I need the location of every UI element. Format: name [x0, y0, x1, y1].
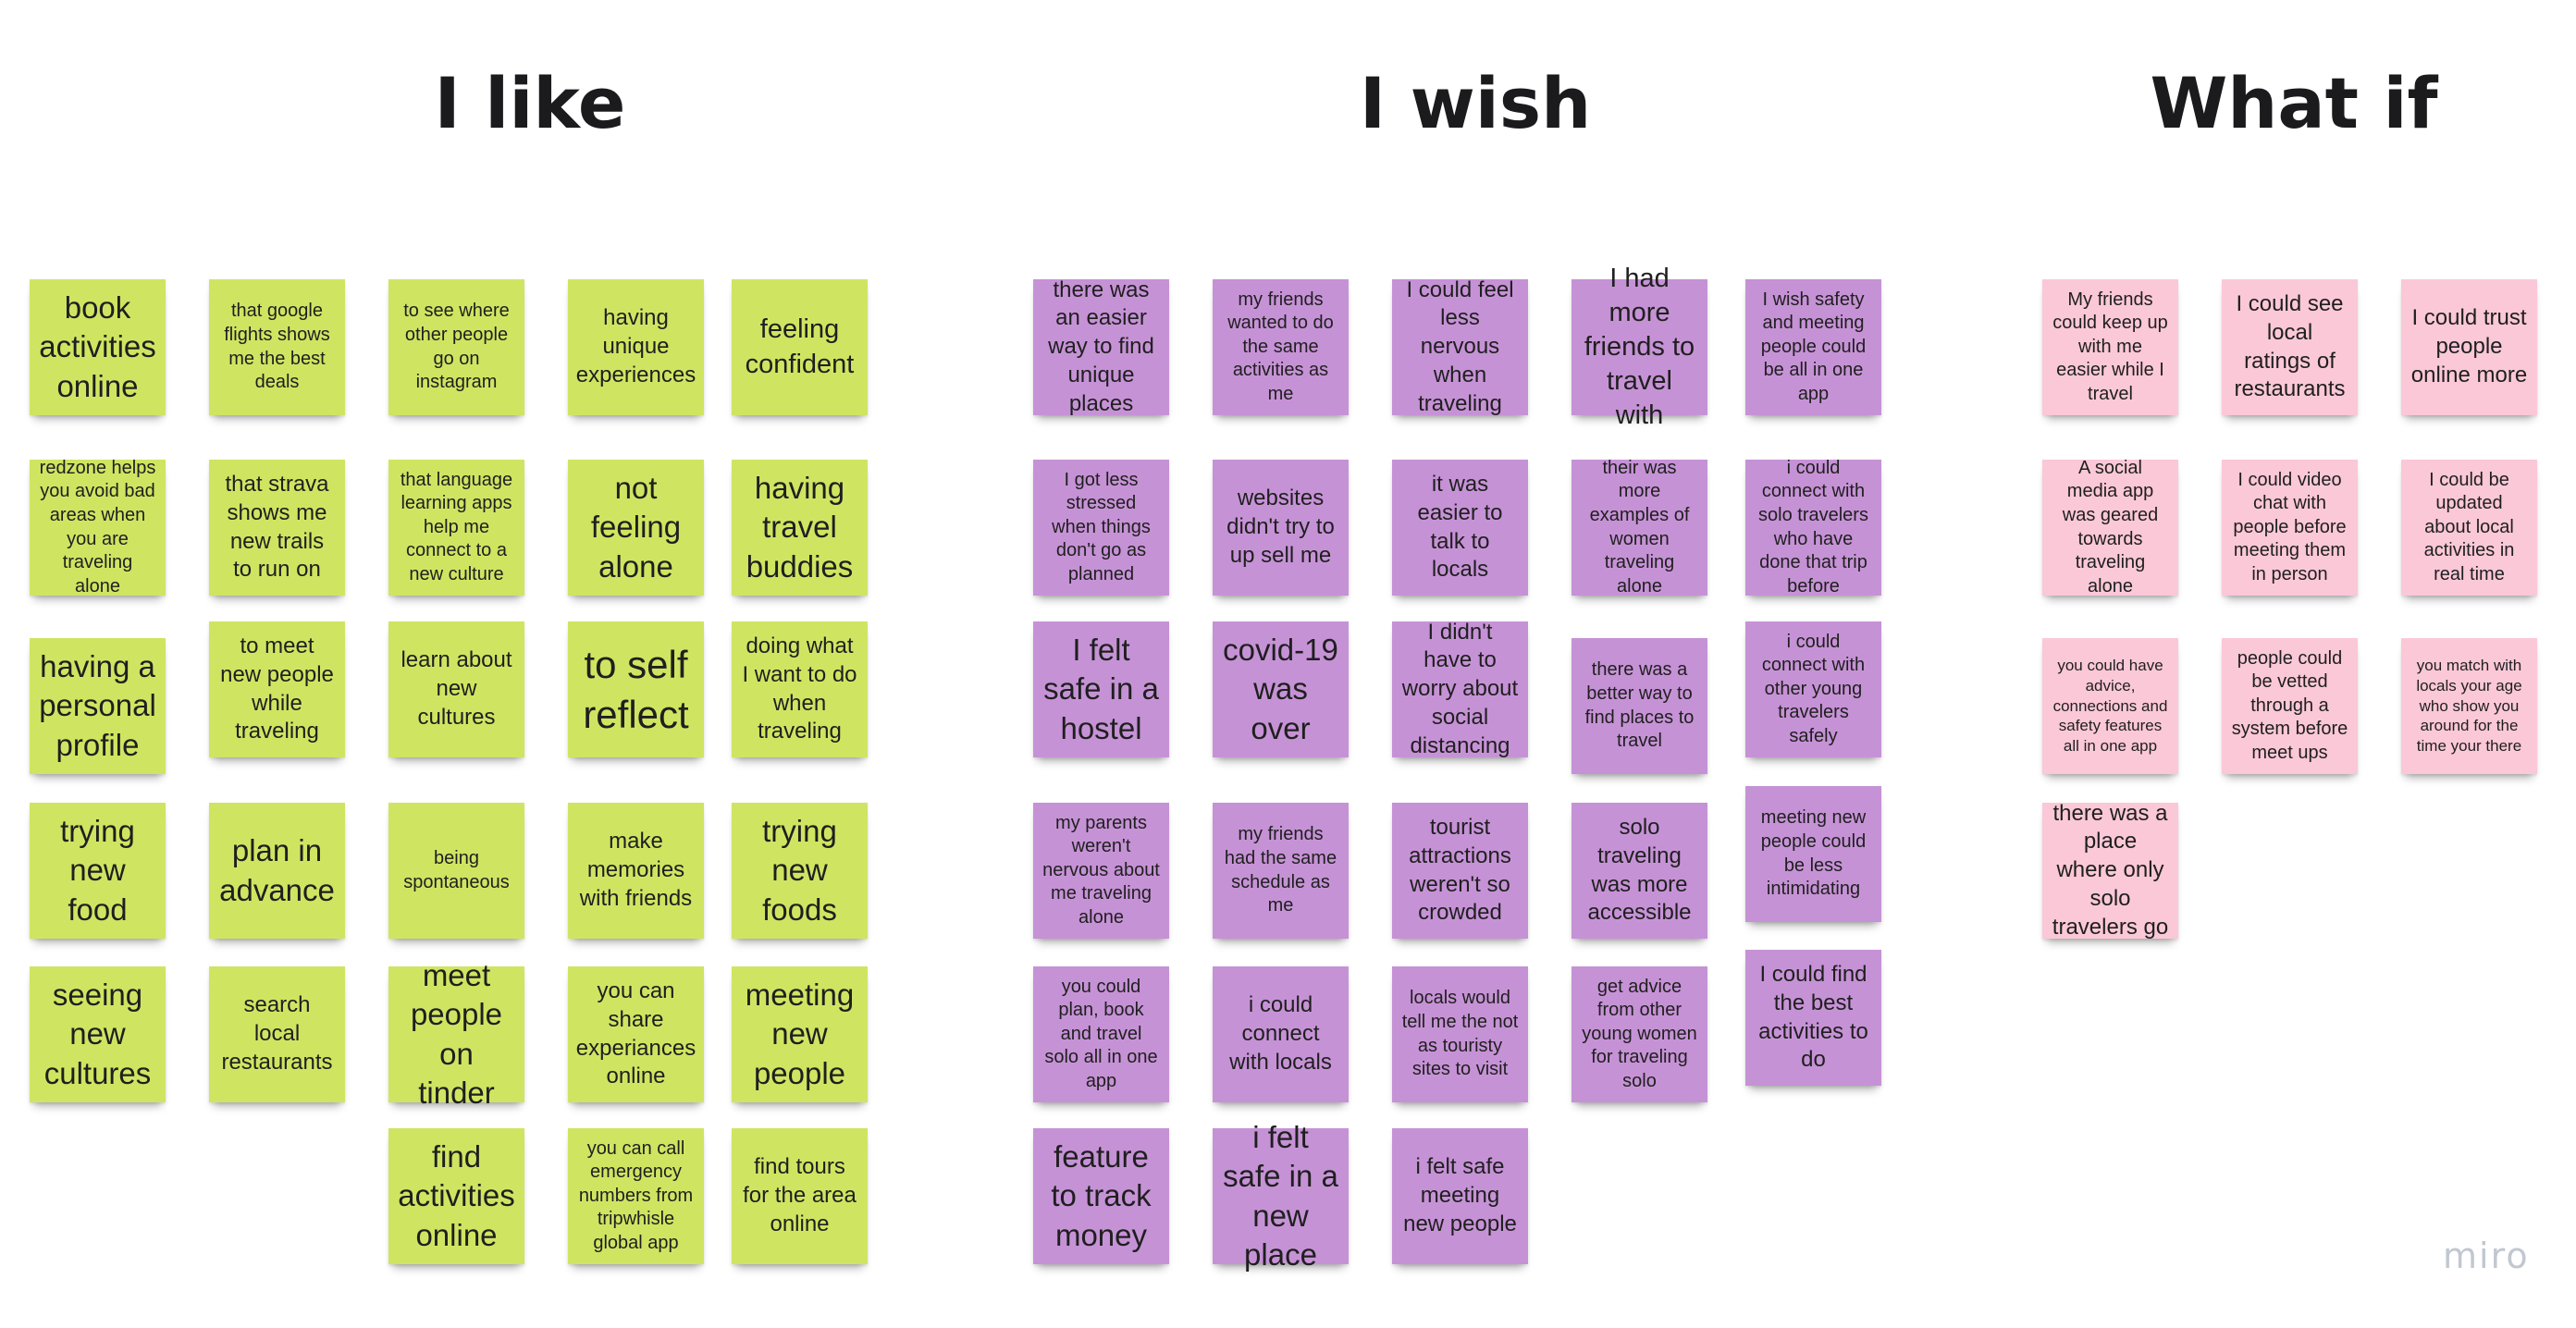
sticky-note-what-if[interactable]: I could see local ratings of restaurants — [2222, 279, 2358, 415]
heading-i-wish: I wish — [1359, 62, 1592, 144]
sticky-note-wish[interactable]: i could connect with other young travele… — [1745, 621, 1881, 757]
sticky-note-what-if[interactable]: I could video chat with people before me… — [2222, 460, 2358, 596]
sticky-note-wish[interactable]: i felt safe in a new place — [1213, 1120, 1349, 1272]
sticky-note-wish[interactable]: I wish safety and meeting people could b… — [1745, 279, 1881, 415]
sticky-note-wish[interactable]: locals would tell me the not as touristy… — [1392, 966, 1528, 1102]
sticky-note-wish[interactable]: covid-19 was over — [1213, 621, 1349, 757]
sticky-note-wish[interactable]: I had more friends to travel with — [1571, 264, 1707, 430]
sticky-note-like[interactable]: trying new foods — [732, 803, 868, 939]
sticky-note-like[interactable]: feeling confident — [732, 279, 868, 415]
sticky-note-wish[interactable]: i felt safe meeting new people — [1392, 1128, 1528, 1264]
sticky-note-like[interactable]: meet people on tinder — [388, 958, 524, 1110]
sticky-note-wish[interactable]: it was easier to talk to locals — [1392, 460, 1528, 596]
sticky-note-what-if[interactable]: I could be updated about local activitie… — [2401, 460, 2537, 596]
heading-what-if: What if — [2150, 62, 2438, 144]
sticky-note-wish[interactable]: I could feel less nervous when traveling — [1392, 277, 1528, 416]
sticky-note-like[interactable]: to see where other people go on instagra… — [388, 279, 524, 415]
sticky-note-what-if[interactable]: you match with locals your age who show … — [2401, 638, 2537, 774]
sticky-note-wish[interactable]: i could connect with locals — [1213, 966, 1349, 1102]
sticky-note-like[interactable]: to meet new people while traveling — [209, 621, 345, 757]
miro-logo: miro — [2443, 1236, 2530, 1276]
sticky-note-wish[interactable]: meeting new people could be less intimid… — [1745, 786, 1881, 922]
sticky-note-like[interactable]: being spontaneous — [388, 803, 524, 939]
sticky-note-what-if[interactable]: you could have advice, connections and s… — [2042, 638, 2178, 774]
sticky-note-like[interactable]: not feeling alone — [568, 460, 704, 596]
sticky-note-what-if[interactable]: there was a place where only solo travel… — [2042, 801, 2178, 940]
sticky-note-wish[interactable]: my friends had the same schedule as me — [1213, 803, 1349, 939]
sticky-note-what-if[interactable]: I could trust people online more — [2401, 279, 2537, 415]
sticky-note-like[interactable]: having unique experiences — [568, 279, 704, 415]
sticky-note-like[interactable]: that language learning apps help me conn… — [388, 460, 524, 596]
sticky-note-wish[interactable]: websites didn't try to up sell me — [1213, 460, 1349, 596]
sticky-note-wish[interactable]: there was an easier way to find unique p… — [1033, 277, 1169, 416]
sticky-note-like[interactable]: doing what I want to do when traveling — [732, 621, 868, 757]
sticky-note-like[interactable]: that google flights shows me the best de… — [209, 279, 345, 415]
sticky-note-like[interactable]: book activities online — [30, 279, 166, 415]
sticky-note-like[interactable]: you can call emergency numbers from trip… — [568, 1128, 704, 1264]
sticky-note-like[interactable]: having travel buddies — [732, 460, 868, 596]
sticky-note-wish[interactable]: feature to track money — [1033, 1128, 1169, 1264]
sticky-note-wish[interactable]: there was a better way to find places to… — [1571, 638, 1707, 774]
sticky-note-like[interactable]: seeing new cultures — [30, 966, 166, 1102]
sticky-note-what-if[interactable]: A social media app was geared towards tr… — [2042, 458, 2178, 596]
sticky-note-like[interactable]: you can share experiances online — [568, 966, 704, 1102]
sticky-note-like[interactable]: find activities online — [388, 1128, 524, 1264]
sticky-note-wish[interactable]: my friends wanted to do the same activit… — [1213, 279, 1349, 415]
sticky-note-like[interactable]: find tours for the area online — [732, 1128, 868, 1264]
sticky-note-like[interactable]: meeting new people — [732, 966, 868, 1102]
sticky-note-what-if[interactable]: people could be vetted through a system … — [2222, 638, 2358, 774]
sticky-note-like[interactable]: trying new food — [30, 803, 166, 939]
sticky-note-wish[interactable]: I didn't have to worry about social dist… — [1392, 620, 1528, 758]
sticky-note-wish[interactable]: I got less stressed when things don't go… — [1033, 460, 1169, 596]
sticky-note-like[interactable]: plan in advance — [209, 803, 345, 939]
sticky-note-like[interactable]: make memories with friends — [568, 803, 704, 939]
sticky-note-wish[interactable]: tourist attractions weren't so crowded — [1392, 803, 1528, 939]
sticky-note-like[interactable]: that strava shows me new trails to run o… — [209, 460, 345, 596]
sticky-note-like[interactable]: having a personal profile — [30, 638, 166, 774]
sticky-note-what-if[interactable]: My friends could keep up with me easier … — [2042, 279, 2178, 415]
sticky-note-like[interactable]: redzone helps you avoid bad areas when y… — [30, 458, 166, 596]
sticky-note-like[interactable]: to self reflect — [568, 621, 704, 757]
sticky-note-wish[interactable]: i could connect with solo travelers who … — [1745, 458, 1881, 596]
sticky-note-wish[interactable]: I felt safe in a hostel — [1033, 621, 1169, 757]
sticky-note-like[interactable]: search local restaurants — [209, 966, 345, 1102]
sticky-note-wish[interactable]: I could find the best activities to do — [1745, 950, 1881, 1086]
sticky-note-wish[interactable]: their was more examples of women traveli… — [1571, 458, 1707, 596]
sticky-note-wish[interactable]: my parents weren't nervous about me trav… — [1033, 803, 1169, 939]
sticky-note-like[interactable]: learn about new cultures — [388, 621, 524, 757]
sticky-note-wish[interactable]: solo traveling was more accessible — [1571, 803, 1707, 939]
sticky-note-wish[interactable]: you could plan, book and travel solo all… — [1033, 966, 1169, 1102]
sticky-note-wish[interactable]: get advice from other young women for tr… — [1571, 966, 1707, 1102]
heading-i-like: I like — [434, 62, 626, 144]
